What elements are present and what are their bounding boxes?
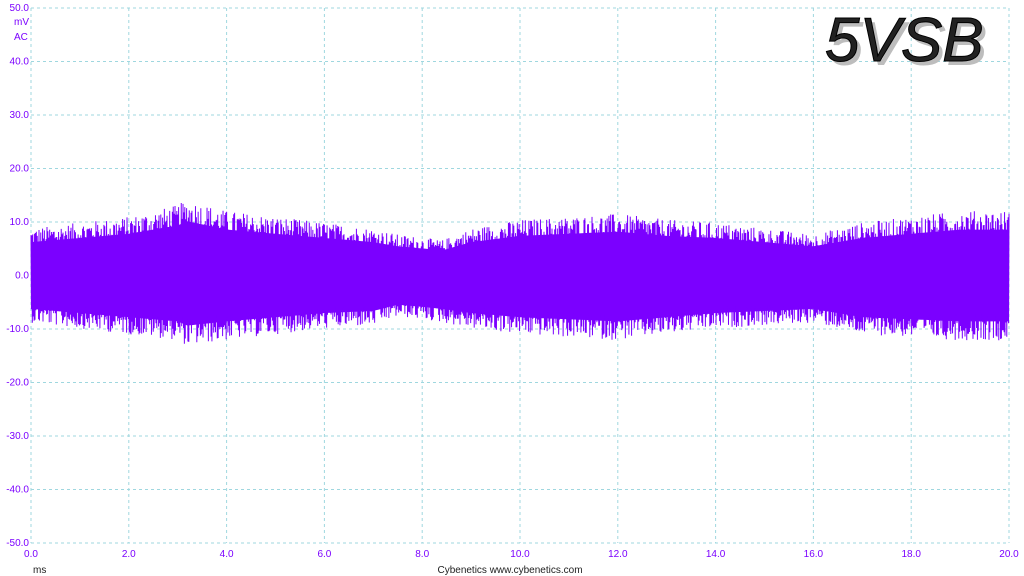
y-tick-label: 0.0 (15, 271, 29, 282)
y-tick-label: -20.0 (6, 378, 29, 389)
x-tick-label: 14.0 (706, 549, 726, 560)
x-tick-label: 10.0 (510, 549, 530, 560)
chart-title: 5VSB (825, 6, 984, 75)
x-tick-label: 18.0 (901, 549, 921, 560)
y-axis-ticks: 50.0 40.0 30.0 20.0 10.0 0.0 -10.0 -20.0 -30.0 -4… (6, 3, 29, 549)
x-tick-label: 12.0 (608, 549, 628, 560)
x-tick-label: 20.0 (999, 549, 1019, 560)
y-coupling-label: AC (14, 32, 28, 43)
x-tick-label: 8.0 (415, 549, 429, 560)
y-tick-label: -40.0 (6, 485, 29, 496)
y-tick-label: -50.0 (6, 538, 29, 549)
x-tick-label: 2.0 (122, 549, 136, 560)
x-tick-label: 6.0 (317, 549, 331, 560)
y-tick-label: -30.0 (6, 431, 29, 442)
y-tick-label: -10.0 (6, 324, 29, 335)
y-tick-label: 30.0 (10, 110, 30, 121)
x-tick-label: 16.0 (804, 549, 824, 560)
footer-credit: Cybenetics www.cybenetics.com (437, 565, 582, 576)
ripple-chart: 50.0 40.0 30.0 20.0 10.0 0.0 -10.0 -20.0 -30.0 -4… (6, 3, 1019, 576)
y-tick-label: 40.0 (10, 57, 30, 68)
x-tick-label: 0.0 (24, 549, 38, 560)
x-tick-label: 4.0 (220, 549, 234, 560)
y-tick-label: 50.0 (10, 3, 30, 14)
x-axis-ticks: 0.0 2.0 4.0 6.0 8.0 10.0 12.0 14.0 16.0 18.0 20.0 (24, 549, 1019, 560)
y-tick-label: 20.0 (10, 164, 30, 175)
x-unit-label: ms (33, 565, 46, 576)
y-unit-label: mV (14, 17, 29, 28)
chart-container: 50.0 40.0 30.0 20.0 10.0 0.0 -10.0 -20.0 -30.0 -4… (0, 0, 1024, 576)
y-tick-label: 10.0 (10, 217, 30, 228)
